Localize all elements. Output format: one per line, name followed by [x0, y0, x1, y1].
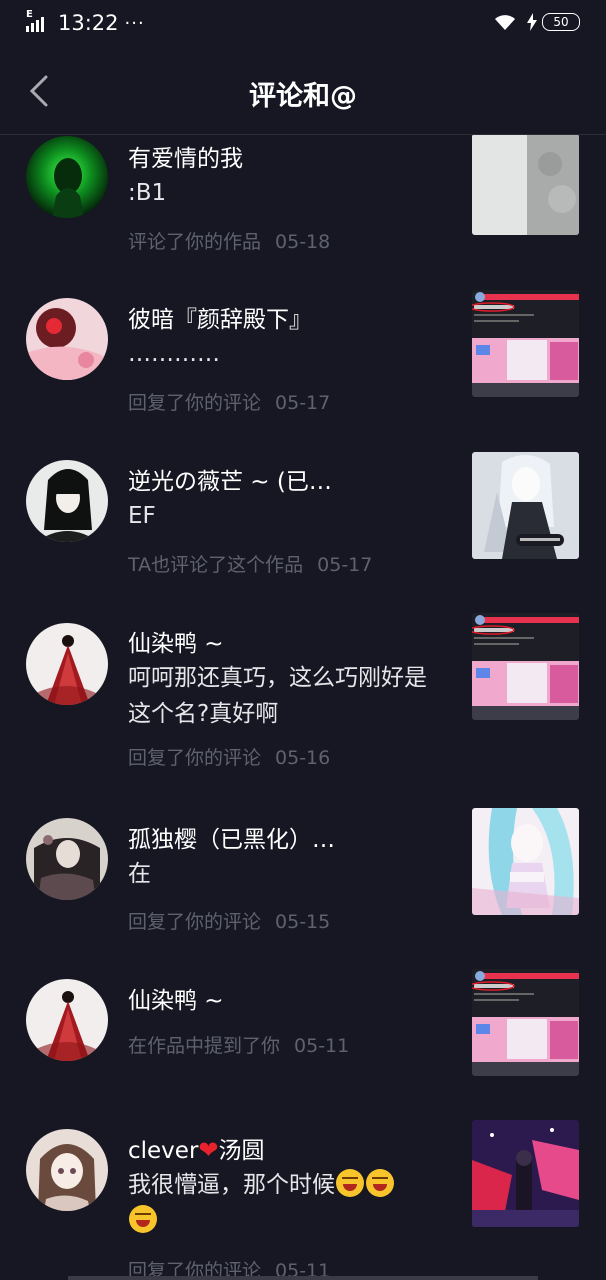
post-thumbnail[interactable]	[472, 613, 579, 720]
signal-icon: E	[26, 9, 52, 34]
username-suffix: 汤圆	[218, 1138, 265, 1164]
activity-type: 回复了你的评论	[128, 747, 262, 769]
activity-meta: 在作品中提到了你 05-11	[128, 1031, 349, 1058]
username[interactable]: 仙染鸭 ~	[128, 981, 224, 1015]
notification-list[interactable]: 有爱情的我 :B1 评论了你的作品 05-18 彼暗『颜辞殿下』 ………… 回复…	[0, 135, 606, 1280]
username[interactable]: 孤独樱（已黑化）…	[128, 820, 335, 854]
username[interactable]: 有爱情的我	[128, 139, 243, 173]
status-left: E 13:22 ···	[26, 9, 145, 35]
activity-meta: 评论了你的作品 05-18	[128, 227, 330, 254]
laughing-emoji-icon	[336, 1169, 364, 1197]
activity-date: 05-18	[275, 231, 331, 253]
comment-text: 在	[128, 861, 151, 887]
activity-date: 05-15	[275, 911, 331, 933]
scroll-indicator	[68, 1276, 538, 1280]
comment-text: 呵呵那还真巧，这么巧刚好是这个名?真好啊	[128, 665, 427, 727]
post-thumbnail[interactable]	[472, 808, 579, 915]
comment-body: 我很懵逼，那个时候	[128, 1172, 335, 1198]
user-avatar[interactable]	[26, 818, 108, 900]
comment-text: 我很懵逼，那个时候	[128, 1167, 446, 1239]
charging-icon	[527, 13, 537, 31]
activity-meta: 回复了你的评论 05-17	[128, 388, 330, 415]
user-avatar[interactable]	[26, 1129, 108, 1211]
activity-meta: 回复了你的评论 05-16	[128, 743, 330, 770]
activity-date: 05-17	[275, 392, 331, 414]
activity-date: 05-16	[275, 747, 331, 769]
post-thumbnail[interactable]	[472, 290, 579, 397]
network-type: E	[26, 9, 33, 20]
activity-date: 05-17	[317, 554, 373, 576]
activity-type: 回复了你的评论	[128, 392, 262, 414]
post-thumbnail[interactable]	[472, 135, 579, 235]
post-thumbnail[interactable]	[472, 969, 579, 1076]
post-thumbnail[interactable]	[472, 1120, 579, 1227]
battery-icon: 50	[542, 13, 580, 31]
user-avatar[interactable]	[26, 460, 108, 542]
status-right: 50	[494, 13, 580, 31]
activity-meta: 回复了你的评论 05-15	[128, 907, 330, 934]
post-thumbnail[interactable]	[472, 452, 579, 559]
list-item[interactable]: 孤独樱（已黑化）… 在 回复了你的评论 05-15	[0, 808, 606, 968]
activity-date: 05-11	[294, 1035, 350, 1057]
wifi-icon	[495, 15, 515, 30]
username[interactable]: 逆光の薇芒 ~ (已…	[128, 462, 332, 496]
list-item[interactable]: clever❤汤圆 我很懵逼，那个时候 回复了你的评论 05-11	[0, 1118, 606, 1280]
activity-type: 在作品中提到了你	[128, 1035, 281, 1057]
user-avatar[interactable]	[26, 298, 108, 380]
user-avatar[interactable]	[26, 979, 108, 1061]
user-avatar[interactable]	[26, 136, 108, 218]
laughing-emoji-icon	[366, 1169, 394, 1197]
username[interactable]: 仙染鸭 ~	[128, 624, 224, 658]
status-time: 13:22	[58, 11, 119, 35]
activity-type: TA也评论了这个作品	[128, 554, 304, 576]
activity-type: 评论了你的作品	[128, 231, 262, 253]
list-item[interactable]: 彼暗『颜辞殿下』 ………… 回复了你的评论 05-17	[0, 290, 606, 450]
page-title: 评论和@	[249, 81, 357, 112]
nav-bar: 评论和@	[0, 48, 606, 135]
comment-text: …………	[128, 341, 220, 367]
status-more-dots: ···	[124, 12, 145, 34]
list-item[interactable]: 逆光の薇芒 ~ (已… EF TA也评论了这个作品 05-17	[0, 452, 606, 612]
list-item[interactable]: 仙染鸭 ~ 在作品中提到了你 05-11	[0, 968, 606, 1118]
activity-meta: TA也评论了这个作品 05-17	[128, 550, 372, 577]
user-avatar[interactable]	[26, 623, 108, 705]
username[interactable]: clever❤汤圆	[128, 1131, 265, 1165]
list-item[interactable]: 有爱情的我 :B1 评论了你的作品 05-18	[0, 135, 606, 285]
username[interactable]: 彼暗『颜辞殿下』	[128, 300, 312, 334]
comment-text: EF	[128, 503, 156, 529]
list-item[interactable]: 仙染鸭 ~ 呵呵那还真巧，这么巧刚好是这个名?真好啊 回复了你的评论 05-16	[0, 613, 606, 803]
activity-type: 回复了你的评论	[128, 911, 262, 933]
comment-text: :B1	[128, 180, 167, 206]
laughing-emoji-icon	[129, 1205, 157, 1233]
status-bar: E 13:22 ··· 50	[0, 0, 606, 48]
heart-icon: ❤	[198, 1136, 219, 1164]
username-prefix: clever	[128, 1138, 199, 1164]
